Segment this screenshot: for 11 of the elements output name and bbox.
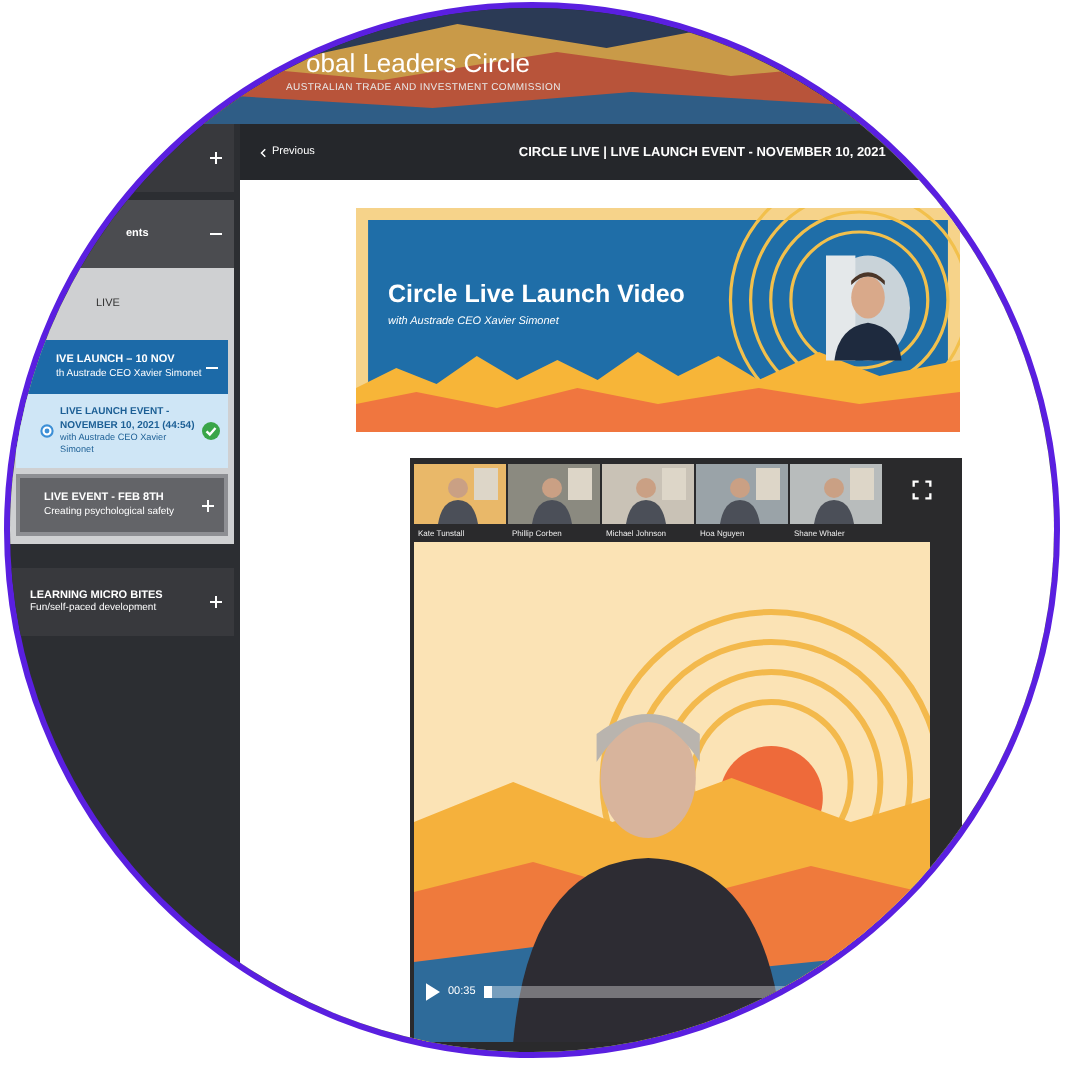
plus-icon[interactable] [210, 152, 222, 164]
minus-icon[interactable] [206, 361, 218, 374]
chevron-left-icon[interactable] [260, 147, 266, 157]
banner-title: Circle Live Launch Video [388, 280, 685, 308]
play-icon[interactable] [426, 982, 440, 1002]
plus-icon[interactable] [210, 596, 222, 609]
fullscreen-icon[interactable] [912, 480, 932, 500]
minus-icon[interactable] [210, 228, 222, 240]
site-title: obal Leaders Circle [306, 48, 533, 78]
plus-icon[interactable] [202, 499, 214, 511]
radio-icon [40, 424, 54, 439]
